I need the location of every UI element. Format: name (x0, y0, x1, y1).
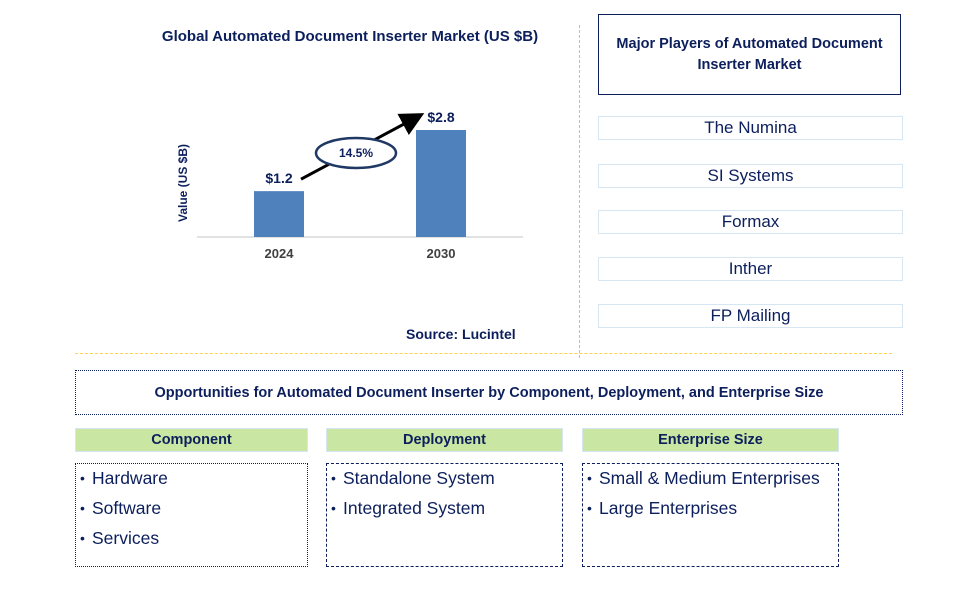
segment-item: • Software (80, 498, 162, 518)
segment-list-deployment: • Standalone System • Integrated System (326, 463, 563, 567)
y-axis-label: Value (US $B) (176, 144, 190, 222)
player-item: Inther (598, 257, 903, 281)
x-tick-label: 2030 (427, 246, 456, 261)
segment-list-enterprise-size: • Small & Medium Enterprises • Large Enter… (582, 463, 839, 567)
player-item: Formax (598, 210, 903, 234)
segment-header-enterprise-size: Enterprise Size (582, 428, 839, 452)
segment-item: • Hardware (80, 468, 168, 488)
bar-chart: Value (US $B) $1.2 $2.8 2024 2030 14.5% (176, 109, 523, 261)
segment-header-component: Component (75, 428, 308, 452)
player-item: The Numina (598, 116, 903, 140)
players-header: Major Players of Automated Document Inse… (598, 14, 901, 95)
segment-item: • Standalone System (331, 468, 495, 488)
vertical-divider (579, 25, 580, 358)
segment-header-deployment: Deployment (326, 428, 563, 452)
data-label-2024: $1.2 (265, 170, 292, 186)
segment-item: • Large Enterprises (587, 498, 738, 518)
opportunities-header: Opportunities for Automated Document Ins… (75, 370, 903, 415)
bullet-icon: • (80, 500, 85, 516)
bullet-icon: • (80, 530, 85, 546)
segment-item: • Services (80, 528, 160, 548)
bullet-icon: • (587, 500, 592, 516)
player-item: SI Systems (598, 164, 903, 188)
segment-item: • Integrated System (331, 498, 486, 518)
data-label-2030: $2.8 (427, 109, 454, 125)
segment-list-component: • Hardware • Software • Services (75, 463, 308, 567)
source-label: Source: Lucintel (406, 326, 516, 342)
bullet-icon: • (587, 470, 592, 486)
horizontal-divider (75, 353, 892, 354)
player-item: FP Mailing (598, 304, 903, 328)
bullet-icon: • (331, 470, 336, 486)
x-tick-label: 2024 (265, 246, 295, 261)
bullet-icon: • (331, 500, 336, 516)
bullet-icon: • (80, 470, 85, 486)
cagr-label: 14.5% (339, 146, 373, 160)
bar-2030 (416, 130, 466, 237)
bar-2024 (254, 191, 304, 237)
chart-title: Global Automated Document Inserter Marke… (161, 28, 539, 45)
segment-item: • Small & Medium Enterprises (587, 468, 820, 488)
